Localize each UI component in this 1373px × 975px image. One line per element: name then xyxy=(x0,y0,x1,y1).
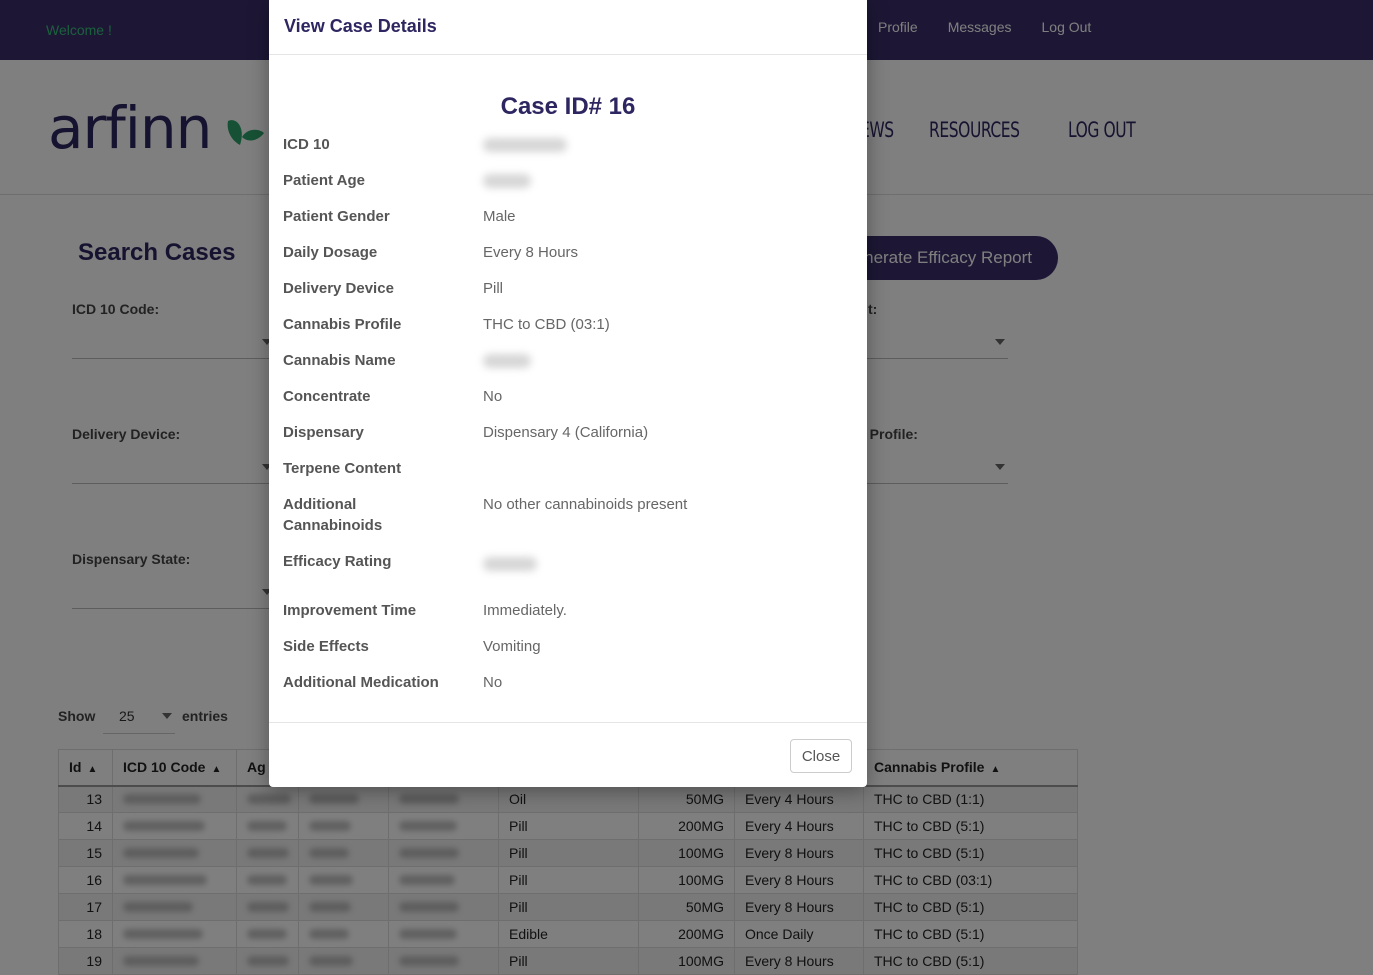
detail-label: Delivery Device xyxy=(283,280,394,297)
detail-label: Terpene Content xyxy=(283,460,402,477)
modal-title: View Case Details xyxy=(284,16,437,36)
detail-row: Delivery Device Pill xyxy=(283,278,853,300)
case-id-heading: Case ID# 16 xyxy=(500,93,636,120)
detail-row: Terpene Content xyxy=(283,458,853,480)
detail-label: Patient Gender xyxy=(283,208,390,225)
detail-row: ICD 10 xyxy=(283,134,853,156)
detail-row: Additional Medication No xyxy=(283,672,853,694)
detail-row: Cannabis Profile THC to CBD (03:1) xyxy=(283,314,853,336)
detail-label: Patient Age xyxy=(283,172,365,189)
detail-row: Concentrate No xyxy=(283,386,853,408)
close-button[interactable]: Close xyxy=(790,739,852,773)
redacted-value xyxy=(483,174,531,188)
detail-row: Patient Age xyxy=(283,170,853,192)
redacted-value xyxy=(483,557,537,571)
detail-value: Vomiting xyxy=(483,638,541,655)
detail-label: Additional Medication xyxy=(283,674,439,691)
detail-value: Every 8 Hours xyxy=(483,244,579,261)
detail-label: ICD 10 xyxy=(283,136,330,153)
detail-label: Side Effects xyxy=(283,638,369,655)
detail-row: Cannabis Name xyxy=(283,350,853,372)
detail-value: No xyxy=(483,388,503,405)
detail-label: Daily Dosage xyxy=(283,244,378,261)
detail-value: No xyxy=(483,674,503,691)
detail-value: Pill xyxy=(483,280,504,297)
detail-row: Dispensary Dispensary 4 (California) xyxy=(283,422,853,444)
detail-value: No other cannabinoids present xyxy=(483,496,688,513)
detail-row: Side Effects Vomiting xyxy=(283,636,853,658)
redacted-value xyxy=(483,138,567,152)
detail-row: Patient Gender Male xyxy=(283,206,853,228)
detail-label: Efficacy Rating xyxy=(283,553,392,570)
detail-value: Dispensary 4 (California) xyxy=(483,424,649,441)
redacted-value xyxy=(483,354,531,368)
detail-label: Cannabis Name xyxy=(283,352,396,369)
modal-header: View Case Details xyxy=(269,0,867,55)
detail-row: Additional Cannabinoids No other cannabin… xyxy=(283,494,853,538)
modal-footer: Close xyxy=(269,722,867,787)
detail-label: Dispensary xyxy=(283,424,364,441)
detail-row: Efficacy Rating xyxy=(283,551,853,573)
detail-value: THC to CBD (03:1) xyxy=(483,316,610,333)
detail-row: Daily Dosage Every 8 Hours xyxy=(283,242,853,264)
detail-label: Cannabis Profile xyxy=(283,316,402,333)
case-details-modal: View Case Details Case ID# 16 ICD 10 Pati… xyxy=(269,0,867,787)
detail-value: Male xyxy=(483,208,516,225)
detail-label: Additional Cannabinoids xyxy=(283,496,383,534)
detail-label: Concentrate xyxy=(283,388,371,405)
detail-label: Improvement Time xyxy=(283,602,417,619)
detail-value: Immediately. xyxy=(483,602,567,619)
detail-row: Improvement Time Immediately. xyxy=(283,600,853,622)
